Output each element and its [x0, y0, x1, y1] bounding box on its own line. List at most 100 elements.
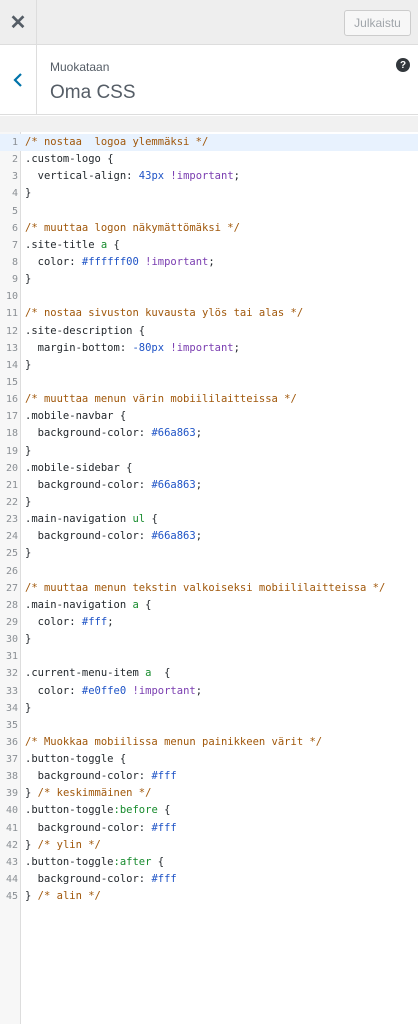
code-line[interactable]: 32 .current-menu-item a {: [0, 665, 418, 682]
code-token: #fff: [81, 615, 108, 628]
help-icon[interactable]: ?: [396, 58, 410, 72]
close-icon[interactable]: ✕: [0, 0, 37, 45]
code-token: ul: [132, 513, 146, 526]
code-line[interactable]: 19}: [0, 443, 418, 460]
code-line[interactable]: 1 /* nostaa logoa ylemmäksi */: [0, 134, 418, 152]
code-line[interactable]: 25}: [0, 545, 418, 562]
code-line[interactable]: 7 .site-title a {: [0, 237, 418, 254]
code-token: :after: [113, 855, 152, 868]
code-line[interactable]: 18 background-color: #66a863;: [0, 425, 418, 442]
code-line[interactable]: 36 /* Muokkaa mobiilissa menun painikkeen…: [0, 734, 418, 751]
code-token: vertical-align:: [25, 170, 139, 183]
publish-button[interactable]: Julkaistu: [344, 10, 411, 36]
css-code-editor[interactable]: 1 /* nostaa logoa ylemmäksi */ 2 .custom-lo…: [0, 132, 418, 1024]
code-line[interactable]: 39} /* keskimmäinen */: [0, 785, 418, 802]
code-line[interactable]: 4}: [0, 185, 418, 202]
code-line[interactable]: 22}: [0, 494, 418, 511]
code-token: }: [25, 890, 38, 903]
code-token: ;: [233, 170, 240, 183]
code-line[interactable]: 35: [0, 717, 418, 734]
code-text: }: [25, 700, 31, 717]
code-line[interactable]: 28 .main-navigation a {: [0, 597, 418, 614]
line-number: 28: [5, 599, 18, 611]
code-line[interactable]: 17 .mobile-navbar {: [0, 408, 418, 425]
code-text: }: [25, 545, 31, 562]
code-line[interactable]: 23 .main-navigation ul {: [0, 511, 418, 528]
code-line[interactable]: 37 .button-toggle {: [0, 751, 418, 768]
code-line[interactable]: 6 /* muuttaa logon näkymättömäksi */: [0, 220, 418, 237]
code-text: background-color: #fff: [25, 768, 177, 785]
code-text: color: #e0ffe0 !important;: [25, 683, 202, 700]
code-token: #fff: [151, 821, 177, 834]
code-line[interactable]: 29 color: #fff;: [0, 614, 418, 631]
line-number: 40: [5, 805, 18, 817]
code-line[interactable]: 41 background-color: #fff: [0, 820, 418, 837]
code-line[interactable]: 24 background-color: #66a863;: [0, 528, 418, 545]
code-line[interactable]: 26: [0, 563, 418, 580]
code-token: {: [151, 667, 171, 680]
code-text: color: #fff;: [25, 614, 114, 631]
code-line[interactable]: 12 .site-description {: [0, 323, 418, 340]
code-token: {: [119, 410, 127, 423]
code-token: .button-toggle: [25, 804, 114, 817]
code-token: .site-description: [25, 324, 139, 337]
code-token: .main-navigation: [25, 513, 133, 526]
code-line[interactable]: 21 background-color: #66a863;: [0, 477, 418, 494]
code-text: } /* alin */: [25, 888, 101, 905]
line-number: 5: [11, 205, 18, 217]
code-line[interactable]: 9}: [0, 271, 418, 288]
code-token: {: [107, 153, 114, 166]
code-token: }: [25, 701, 32, 714]
code-token: #66a863: [151, 530, 196, 543]
code-line[interactable]: 30}: [0, 631, 418, 648]
line-number: 36: [5, 736, 18, 748]
code-line[interactable]: 44 background-color: #fff: [0, 871, 418, 888]
code-line[interactable]: 8 color: #ffffff00 !important;: [0, 254, 418, 271]
code-line[interactable]: 27 /* muuttaa menun tekstin valkoiseksi m…: [0, 580, 418, 597]
code-text: }: [25, 443, 31, 460]
code-line[interactable]: 34}: [0, 700, 418, 717]
code-line[interactable]: 45} /* alin */: [0, 888, 418, 905]
line-number: 14: [5, 359, 18, 371]
chevron-left-icon[interactable]: [0, 45, 37, 115]
code-line[interactable]: 20 .mobile-sidebar {: [0, 460, 418, 477]
code-line[interactable]: 31: [0, 648, 418, 665]
code-text: } /* ylin */: [25, 837, 101, 854]
line-number: 31: [5, 651, 18, 663]
code-line[interactable]: 38 background-color: #fff: [0, 768, 418, 785]
code-line[interactable]: 40 .button-toggle:before {: [0, 802, 418, 819]
code-token: {: [119, 753, 127, 766]
code-text: }: [25, 494, 31, 511]
code-token: /* nostaa logoa ylemmäksi */: [25, 136, 209, 148]
line-number: 16: [5, 394, 18, 406]
code-token: color:: [25, 615, 82, 628]
code-text: .mobile-navbar {: [25, 408, 126, 425]
code-line[interactable]: 10: [0, 288, 418, 305]
code-line[interactable]: 15: [0, 374, 418, 391]
code-line[interactable]: 43 .button-toggle:after {: [0, 854, 418, 871]
code-token: color:: [25, 684, 82, 697]
code-token: {: [107, 238, 120, 251]
code-token: }: [25, 633, 32, 646]
code-line[interactable]: 13 margin-bottom: -80px !important;: [0, 340, 418, 357]
code-token: background-color:: [25, 427, 152, 440]
line-number: 44: [5, 874, 18, 886]
line-number: 34: [5, 702, 18, 714]
code-line[interactable]: 42} /* ylin */: [0, 837, 418, 854]
line-number: 17: [5, 411, 18, 423]
code-line[interactable]: 2 .custom-logo {: [0, 151, 418, 168]
code-line[interactable]: 14}: [0, 357, 418, 374]
code-token: .main-navigation: [25, 598, 133, 611]
code-line[interactable]: 33 color: #e0ffe0 !important;: [0, 683, 418, 700]
code-token: .button-toggle: [25, 855, 114, 868]
line-number: 18: [5, 428, 18, 440]
code-token: }: [25, 273, 32, 286]
code-token: #fff: [151, 770, 177, 783]
code-line[interactable]: 11 /* nostaa sivuston kuvausta ylös tai a…: [0, 305, 418, 322]
code-line[interactable]: 16 /* muuttaa menun värin mobiililaitteis…: [0, 391, 418, 408]
code-line[interactable]: 3 vertical-align: 43px !important;: [0, 168, 418, 185]
code-text: }: [25, 185, 31, 202]
code-token: .current-menu-item: [25, 667, 146, 680]
code-line[interactable]: 5: [0, 203, 418, 220]
code-token: /* nostaa sivuston kuvausta ylös tai ala…: [25, 307, 304, 320]
